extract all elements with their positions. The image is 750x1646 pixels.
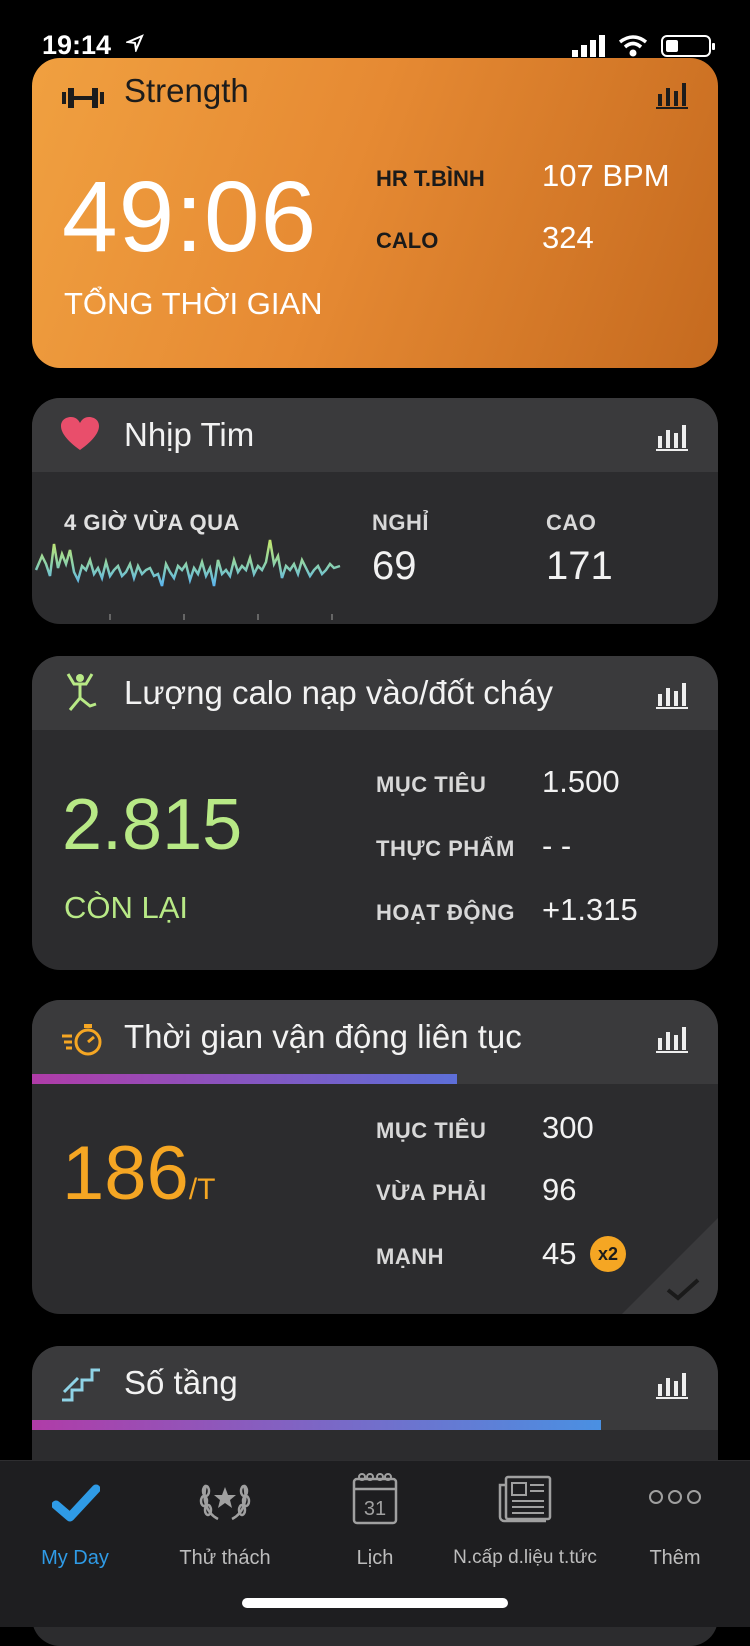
card-title: Strength <box>124 72 249 109</box>
news-icon <box>498 1475 552 1523</box>
intensity-total-value: 186 <box>62 1131 189 1216</box>
checkmark-icon <box>52 1484 100 1522</box>
stairs-icon <box>62 1368 100 1402</box>
laurel-icon <box>199 1484 251 1521</box>
vigorous-value: 45 <box>542 1236 577 1271</box>
strength-card[interactable]: Strength 49:06 TỔNG THỜI GIAN HR T.BÌNH … <box>32 58 718 368</box>
status-icons <box>572 35 715 57</box>
intensity-total-unit: /T <box>188 1173 216 1206</box>
tab-label: N.cấp d.liệu t.tức <box>453 1547 597 1568</box>
bar-chart-icon[interactable] <box>656 80 688 110</box>
calendar-icon: 31 <box>352 1473 398 1525</box>
tab-label: My Day <box>41 1547 109 1569</box>
tab-more[interactable]: Thêm <box>600 1461 750 1581</box>
total-time-value: 49:06 <box>62 161 318 273</box>
activity-label: HOẠT ĐỘNG <box>376 900 515 925</box>
hr-avg-label: HR T.BÌNH <box>376 166 485 191</box>
intensity-minutes-card[interactable]: Thời gian vận động liên tục 186/T MỤC TI… <box>32 1000 718 1314</box>
tab-my-day[interactable]: My Day <box>0 1461 150 1581</box>
resting-value: 69 <box>372 544 417 588</box>
battery-icon <box>661 35 715 57</box>
goal-value: 1.500 <box>542 764 620 799</box>
food-label: THỰC PHẨM <box>376 836 515 861</box>
heart-rate-sparkline <box>34 539 341 620</box>
progress-fill <box>32 1420 602 1430</box>
resting-label: NGHỈ <box>372 510 429 535</box>
card-title: Số tầng <box>124 1364 238 1401</box>
dumbbell-icon <box>62 88 104 108</box>
calories-card[interactable]: Lượng calo nạp vào/đốt cháy 2.815 CÒN LẠ… <box>32 656 718 970</box>
heart-icon <box>61 417 99 450</box>
bar-chart-icon[interactable] <box>656 422 688 452</box>
bar-chart-icon[interactable] <box>656 1024 688 1054</box>
progress-track <box>32 1420 718 1430</box>
goal-label: MỤC TIÊU <box>376 772 487 797</box>
tab-label: Thử thách <box>179 1547 271 1569</box>
hr-avg-value: 107 BPM <box>542 158 670 193</box>
progress-track <box>32 1074 718 1084</box>
wifi-icon <box>618 35 648 57</box>
card-title: Thời gian vận động liên tục <box>124 1018 522 1055</box>
status-time: 19:14 <box>42 30 112 60</box>
intensity-total: 186/T <box>62 1130 215 1217</box>
card-title: Lượng calo nạp vào/đốt cháy <box>124 674 554 711</box>
activity-value: +1.315 <box>542 892 638 927</box>
progress-fill <box>32 1074 458 1084</box>
status-bar: 19:14 <box>0 0 750 60</box>
bar-chart-icon[interactable] <box>656 680 688 710</box>
goal-label: MỤC TIÊU <box>376 1118 487 1143</box>
vigorous-label: MẠNH <box>376 1244 444 1269</box>
calories-value: 324 <box>542 220 594 255</box>
calories-remaining-value: 2.815 <box>62 785 243 865</box>
tab-news-feed[interactable]: N.cấp d.liệu t.tức <box>450 1461 600 1581</box>
tab-label: Lịch <box>356 1547 394 1569</box>
high-value: 171 <box>546 544 613 588</box>
goal-met-checkmark-icon <box>622 1218 718 1314</box>
bar-chart-icon[interactable] <box>656 1370 688 1400</box>
multiplier-badge: x2 <box>590 1236 626 1272</box>
tab-challenges[interactable]: Thử thách <box>150 1461 300 1581</box>
goal-value: 300 <box>542 1110 594 1145</box>
calendar-day: 31 <box>364 1498 386 1520</box>
calories-remaining-label: CÒN LẠI <box>64 890 189 925</box>
tab-calendar[interactable]: 31 Lịch <box>300 1461 450 1581</box>
stopwatch-icon <box>62 1024 102 1056</box>
calories-label: CALO <box>376 228 439 253</box>
tab-label: Thêm <box>649 1547 701 1569</box>
total-time-label: TỔNG THỜI GIAN <box>64 286 323 321</box>
more-icon <box>649 1490 701 1504</box>
running-figure-icon <box>66 673 97 711</box>
food-value: - - <box>542 828 572 863</box>
location-arrow-icon <box>126 34 144 52</box>
high-label: CAO <box>546 510 597 535</box>
signal-icon <box>572 35 605 57</box>
home-indicator <box>242 1598 508 1608</box>
heart-rate-card[interactable]: Nhịp Tim 4 GIỜ VỪA QUA NGHỈ 69 CAO 171 <box>32 398 718 624</box>
moderate-value: 96 <box>542 1172 577 1207</box>
moderate-label: VỪA PHẢI <box>376 1180 487 1205</box>
card-title: Nhịp Tim <box>124 416 255 453</box>
